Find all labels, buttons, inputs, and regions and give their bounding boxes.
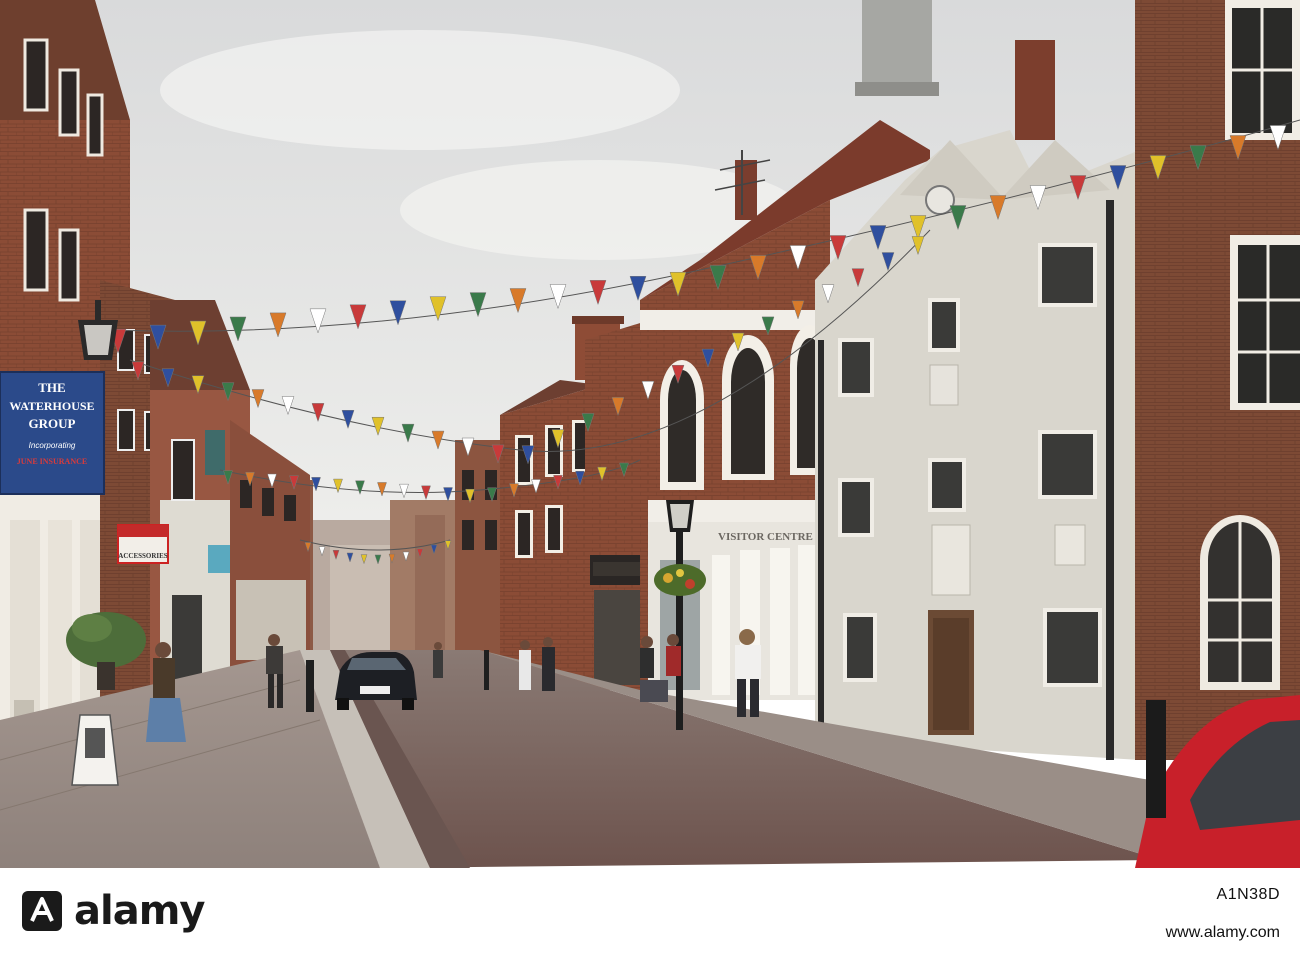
visitor-centre-lettering: VISITOR CENTRE (718, 531, 813, 543)
svg-text:ACCESSORIES: ACCESSORIES (118, 552, 168, 560)
accessories-sign: ACCESSORIES (117, 524, 169, 564)
stock-watermark-footer: alamy A1N38D www.alamy.com (0, 868, 1300, 956)
street-scene: VISITOR CENTRE THE WATERHOUSE GROUP Inco… (0, 0, 1300, 868)
svg-text:Incorporating: Incorporating (29, 441, 76, 450)
svg-text:WATERHOUSE: WATERHOUSE (9, 399, 94, 413)
alamy-mark-icon (22, 891, 62, 931)
svg-text:THE: THE (38, 380, 65, 395)
street-photograph: VISITOR CENTRE THE WATERHOUSE GROUP Inco… (0, 0, 1300, 868)
waterhouse-group-sign: THE WATERHOUSE GROUP Incorporating JUNE … (0, 371, 105, 495)
image-id: A1N38D (1216, 886, 1280, 903)
site-url: www.alamy.com (1165, 924, 1280, 941)
a-board-sign (71, 714, 119, 786)
svg-text:JUNE INSURANCE: JUNE INSURANCE (17, 457, 87, 466)
alamy-logo: alamy (20, 882, 205, 940)
stock-photo-page: VISITOR CENTRE THE WATERHOUSE GROUP Inco… (0, 0, 1300, 956)
svg-text:GROUP: GROUP (29, 416, 76, 431)
alamy-wordmark: alamy (74, 888, 205, 934)
